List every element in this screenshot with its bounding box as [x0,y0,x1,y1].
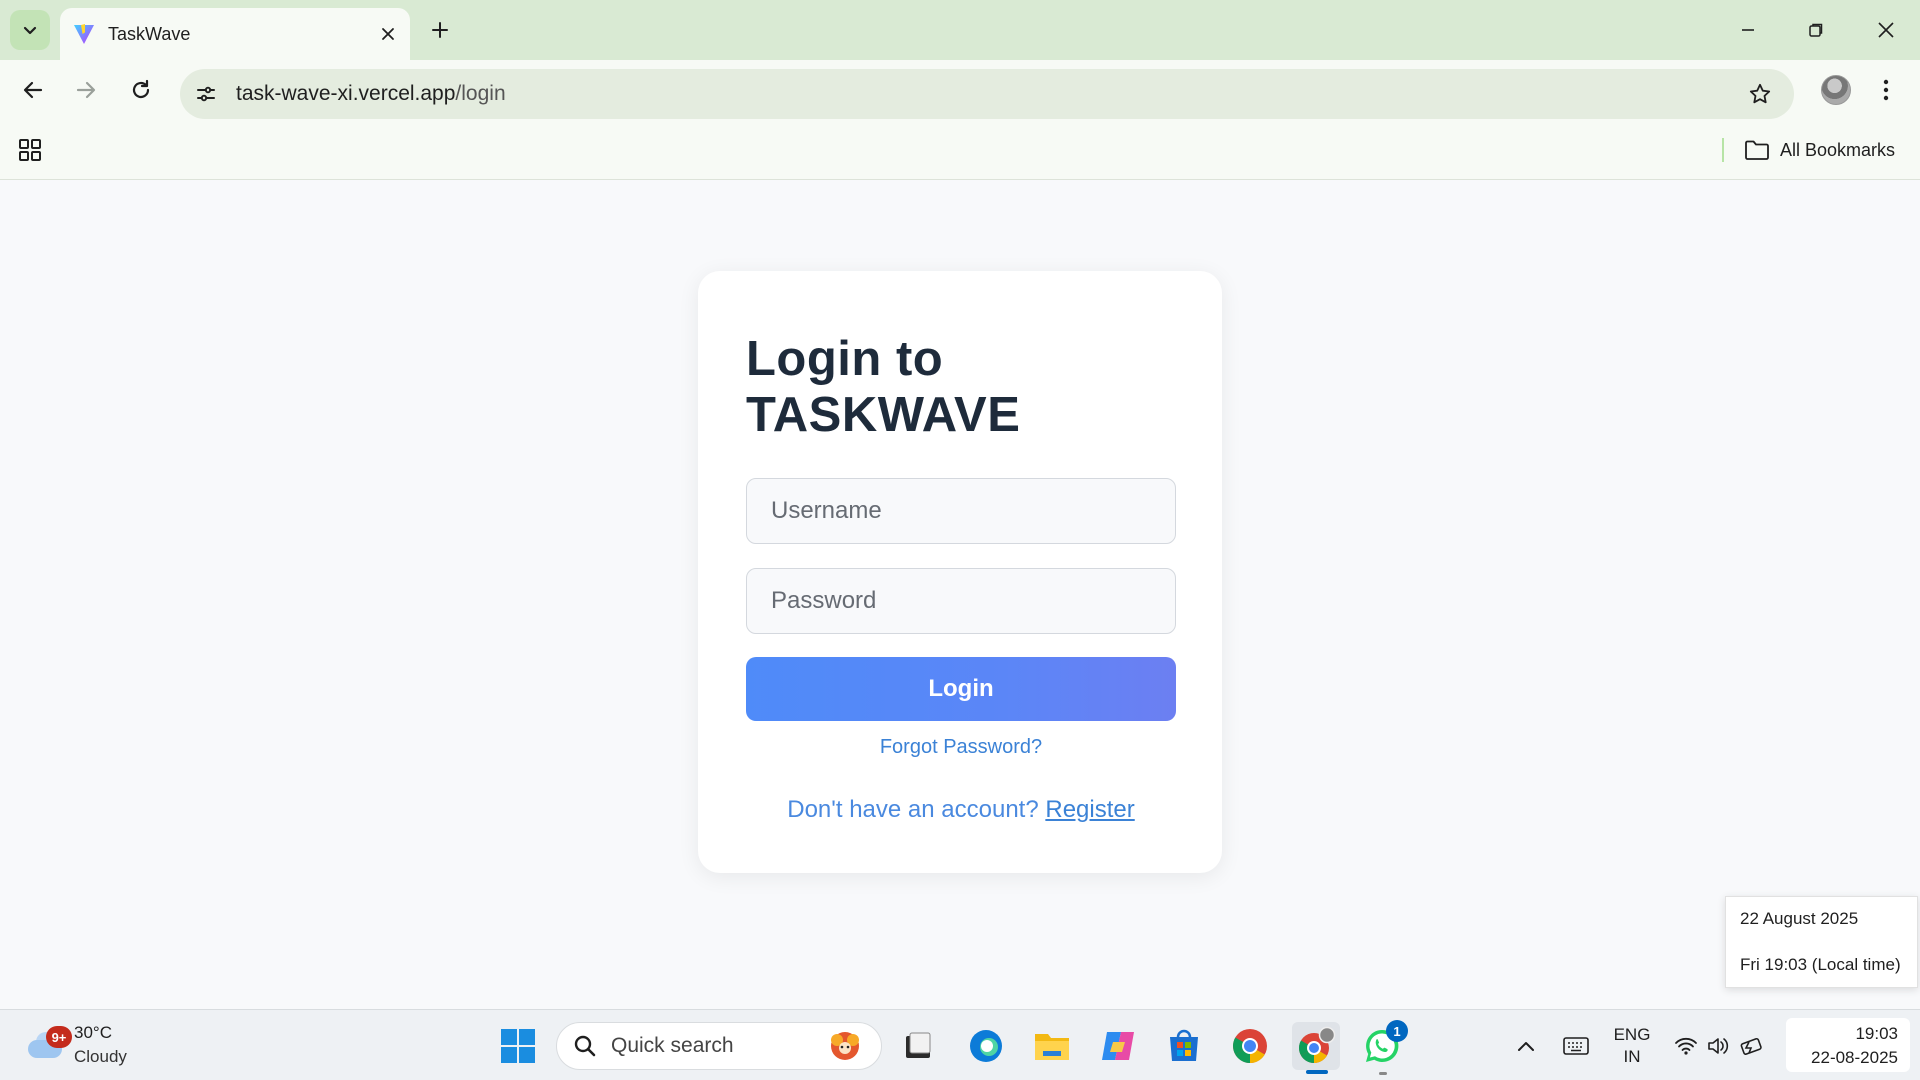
tooltip-time: Fri 19:03 (Local time) [1740,955,1901,974]
tooltip-date: 22 August 2025 [1740,909,1859,928]
running-app-indicator [1379,1072,1387,1075]
page-content: Login to TASKWAVE Login Forgot Password?… [0,181,1920,1009]
show-hidden-icons-button[interactable] [1502,1022,1550,1070]
arrow-left-icon [23,81,43,99]
forward-button[interactable] [64,68,108,112]
store-icon [1170,1029,1198,1061]
back-button[interactable] [11,68,55,112]
forgot-password-link[interactable]: Forgot Password? [746,736,1176,759]
wifi-icon [1675,1037,1697,1055]
start-button[interactable] [494,1022,542,1070]
terminal-app-icon [906,1032,931,1058]
file-explorer-app[interactable] [1028,1022,1076,1070]
weather-badge: 9+ [46,1026,72,1048]
chevron-down-icon [23,26,37,35]
search-placeholder: Quick search [611,1034,734,1057]
address-bar[interactable]: task-wave-xi.vercel.app/login [180,69,1794,119]
password-input[interactable] [746,568,1176,634]
search-icon [574,1035,596,1057]
bookmarks-divider [1722,138,1724,162]
login-card: Login to TASKWAVE Login Forgot Password?… [698,271,1222,873]
weather-condition: Cloudy [74,1047,127,1066]
avatar [1821,75,1851,105]
clock-date: 22-08-2025 [1811,1048,1898,1067]
tab-title: TaskWave [108,23,191,44]
keyboard-button[interactable] [1552,1022,1600,1070]
login-title: Login to TASKWAVE [746,332,1021,442]
no-account-text: Don't have an account? [787,796,1039,823]
close-icon [382,28,394,40]
copilot-app[interactable] [1094,1022,1142,1070]
folder-icon [1745,140,1769,160]
language-code: ENG [1613,1025,1651,1044]
chrome-icon [1233,1029,1267,1063]
volume-icon [1708,1038,1729,1054]
arrow-right-icon [76,81,96,99]
search-highlight-icon [831,1032,859,1060]
bookmarks-bar: All Bookmarks [0,120,1920,180]
browser-toolbar: task-wave-xi.vercel.app/login [0,60,1920,120]
minimize-icon [1742,29,1754,31]
chrome-profile-icon [1298,1026,1336,1063]
weather-text: 30°C Cloudy [74,1021,127,1069]
clock-time: 19:03 [1855,1024,1898,1043]
username-input[interactable] [746,478,1176,544]
plus-icon [432,22,448,38]
new-tab-button[interactable] [422,12,458,48]
browser-menu-button[interactable] [1864,68,1908,112]
reload-button[interactable] [119,68,163,112]
all-bookmarks-button[interactable]: All Bookmarks [1744,132,1895,168]
edge-icon [970,1030,1002,1062]
url-text[interactable]: task-wave-xi.vercel.app/login [236,82,506,106]
keyboard-icon [1563,1037,1589,1055]
temperature: 30°C [74,1023,112,1042]
url-host: task-wave-xi.vercel.app [236,82,456,105]
login-button[interactable]: Login [746,657,1176,721]
apps-button[interactable] [14,134,46,166]
site-info-button[interactable] [186,74,226,114]
battery-icon [1740,1037,1762,1055]
register-prompt: Don't have an account? Register [746,796,1176,824]
quick-settings-button[interactable] [1664,1022,1776,1070]
system-clock[interactable]: 19:03 22-08-2025 [1786,1018,1910,1072]
restore-button[interactable] [1788,8,1844,52]
region-code: IN [1623,1047,1641,1066]
close-window-button[interactable] [1858,8,1914,52]
folder-icon [1035,1034,1069,1060]
url-path: /login [455,82,506,105]
whatsapp-badge: 1 [1386,1020,1408,1042]
store-app[interactable] [1160,1022,1208,1070]
chrome-app[interactable] [1226,1022,1274,1070]
cloud-icon: 9+ [24,1026,72,1060]
register-link[interactable]: Register [1045,796,1134,823]
minimize-button[interactable] [1720,8,1776,52]
tab-search-button[interactable] [10,10,50,50]
star-icon [1749,83,1771,104]
tune-icon [197,86,215,102]
bookmark-star-button[interactable] [1740,74,1780,114]
all-bookmarks-label: All Bookmarks [1780,139,1896,160]
taskbar: 9+ 30°C Cloudy Quick search 1 ENG IN 19:… [0,1009,1920,1080]
browser-titlebar: TaskWave [0,0,1920,60]
more-vert-icon [1883,79,1889,101]
windows-icon [501,1029,535,1063]
vite-logo-icon [74,24,94,44]
apps-grid-icon [19,139,41,161]
chevron-up-icon [1518,1042,1534,1051]
chrome-profile-app[interactable] [1292,1022,1340,1070]
tab-close-button[interactable] [370,16,406,52]
edge-app[interactable] [962,1022,1010,1070]
restore-icon [1809,23,1823,37]
close-icon [1878,22,1894,38]
date-tooltip: 22 August 2025 Fri 19:03 (Local time) [1725,896,1918,988]
taskview-app[interactable] [894,1022,942,1070]
reload-icon [132,79,150,99]
taskbar-search[interactable]: Quick search [556,1022,882,1070]
active-app-indicator [1306,1070,1328,1074]
language-indicator[interactable]: ENG IN [1602,1024,1662,1068]
weather-widget[interactable]: 9+ 30°C Cloudy [24,1018,127,1072]
profile-button[interactable] [1814,68,1858,112]
copilot-icon [1102,1032,1134,1060]
tab-taskwave[interactable]: TaskWave [60,8,410,60]
